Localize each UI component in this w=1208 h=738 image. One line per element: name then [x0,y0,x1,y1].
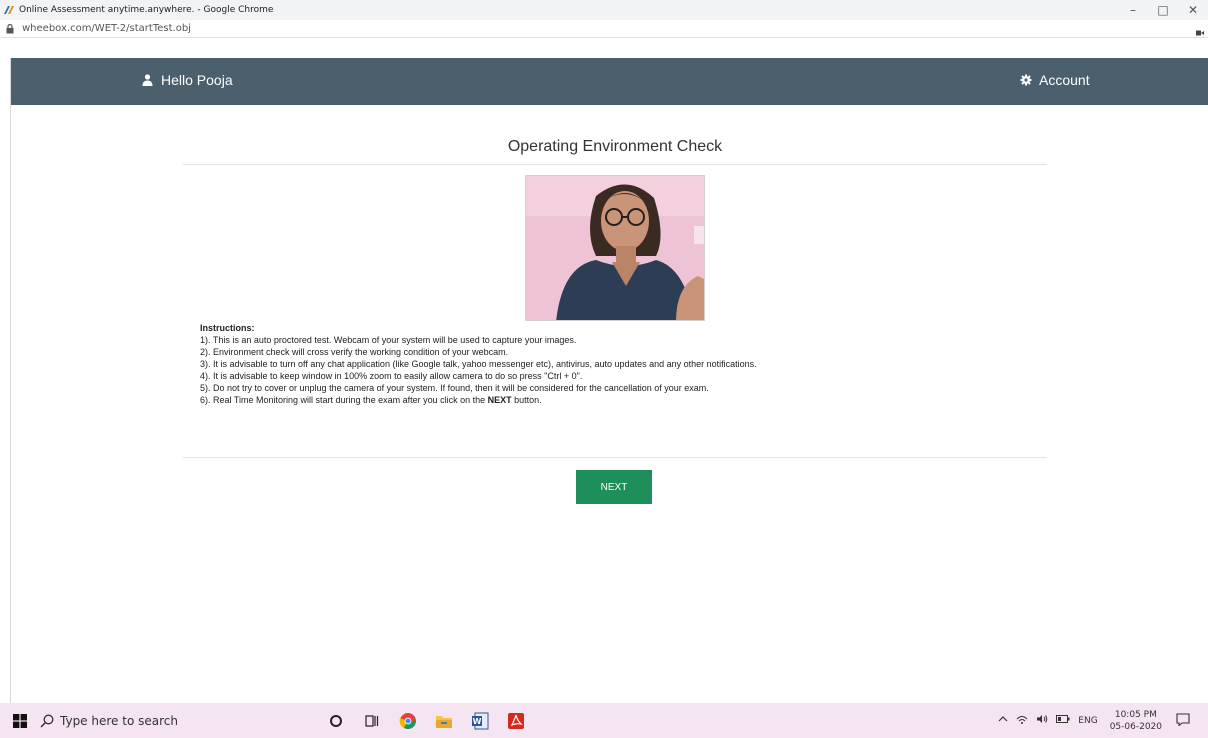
instruction-item: 3). It is advisable to turn off any chat… [200,359,757,369]
close-button[interactable]: ✕ [1178,0,1208,20]
search-placeholder: Type here to search [60,713,178,728]
taskbar-search[interactable]: Type here to search [40,703,270,738]
instruction-item: 5). Do not try to cover or unplug the ca… [200,383,709,393]
instructions-block: Instructions: 1). This is an auto procto… [200,322,757,406]
browser-titlebar: Online Assessment anytime.anywhere. - Go… [0,0,1208,20]
user-icon [141,74,154,87]
instruction-6-text: 6). Real Time Monitoring will start duri… [200,395,488,405]
language-indicator[interactable]: ENG [1078,716,1097,726]
instruction-item: 2). Environment check will cross verify … [200,347,509,357]
window-title: Online Assessment anytime.anywhere. - Go… [19,5,274,15]
windows-icon [13,713,27,728]
clock-date: 05-06-2020 [1109,721,1162,732]
instruction-6-bold: NEXT [487,395,512,405]
gear-icon [1019,74,1032,87]
page-title: Operating Environment Check [507,138,723,155]
webcam-preview [525,175,705,321]
top-navbar: Hello Pooja Account [11,58,1208,105]
windows-taskbar: Type here to search W ENG 10:05 PM 05-06… [0,703,1208,738]
account-menu[interactable]: Account [1019,72,1090,88]
search-icon [40,714,54,728]
instruction-6-tail: button. [511,395,542,405]
url-text[interactable]: wheebox.com/WET-2/startTest.obj [22,23,191,34]
task-view-icon[interactable] [354,703,390,738]
instruction-item: 6). Real Time Monitoring will start duri… [200,394,757,406]
camera-in-use-icon[interactable] [1196,24,1204,36]
greeting-text: Hello Pooja [161,72,233,88]
clock-time: 10:05 PM [1114,709,1157,720]
volume-icon[interactable] [1036,714,1048,727]
notification-icon[interactable] [1176,712,1190,729]
minimize-button[interactable]: – [1118,0,1148,20]
system-tray: ENG 10:05 PM 05-06-2020 [994,703,1194,738]
start-button[interactable] [0,703,40,738]
divider [183,164,1047,165]
user-greeting[interactable]: Hello Pooja [141,72,233,88]
maximize-button[interactable]: □ [1148,0,1178,20]
instructions-title: Instructions: [200,323,255,333]
app-logo-icon [2,3,16,17]
instruction-item: 4). It is advisable to keep window in 10… [200,371,583,381]
next-button[interactable]: NEXT [576,470,652,504]
battery-icon[interactable] [1056,715,1070,726]
wifi-icon[interactable] [1016,714,1028,727]
cortana-icon[interactable] [318,703,354,738]
chevron-up-icon[interactable] [998,715,1008,726]
svg-text:W: W [473,717,482,726]
environment-check-panel: Operating Environment Check Instructions… [183,136,1047,458]
acrobat-icon[interactable] [498,703,534,738]
file-explorer-icon[interactable] [426,703,462,738]
page-top-margin [0,38,1208,58]
lock-icon [6,23,16,34]
taskbar-clock[interactable]: 10:05 PM 05-06-2020 [1110,709,1162,733]
address-bar[interactable]: wheebox.com/WET-2/startTest.obj [0,20,1208,38]
web-page: Hello Pooja Account Operating Environmen… [10,58,1208,703]
account-label: Account [1039,72,1090,88]
word-icon[interactable]: W [462,703,498,738]
chrome-icon[interactable] [390,703,426,738]
divider [183,457,1047,458]
instruction-item: 1). This is an auto proctored test. Webc… [200,335,577,345]
